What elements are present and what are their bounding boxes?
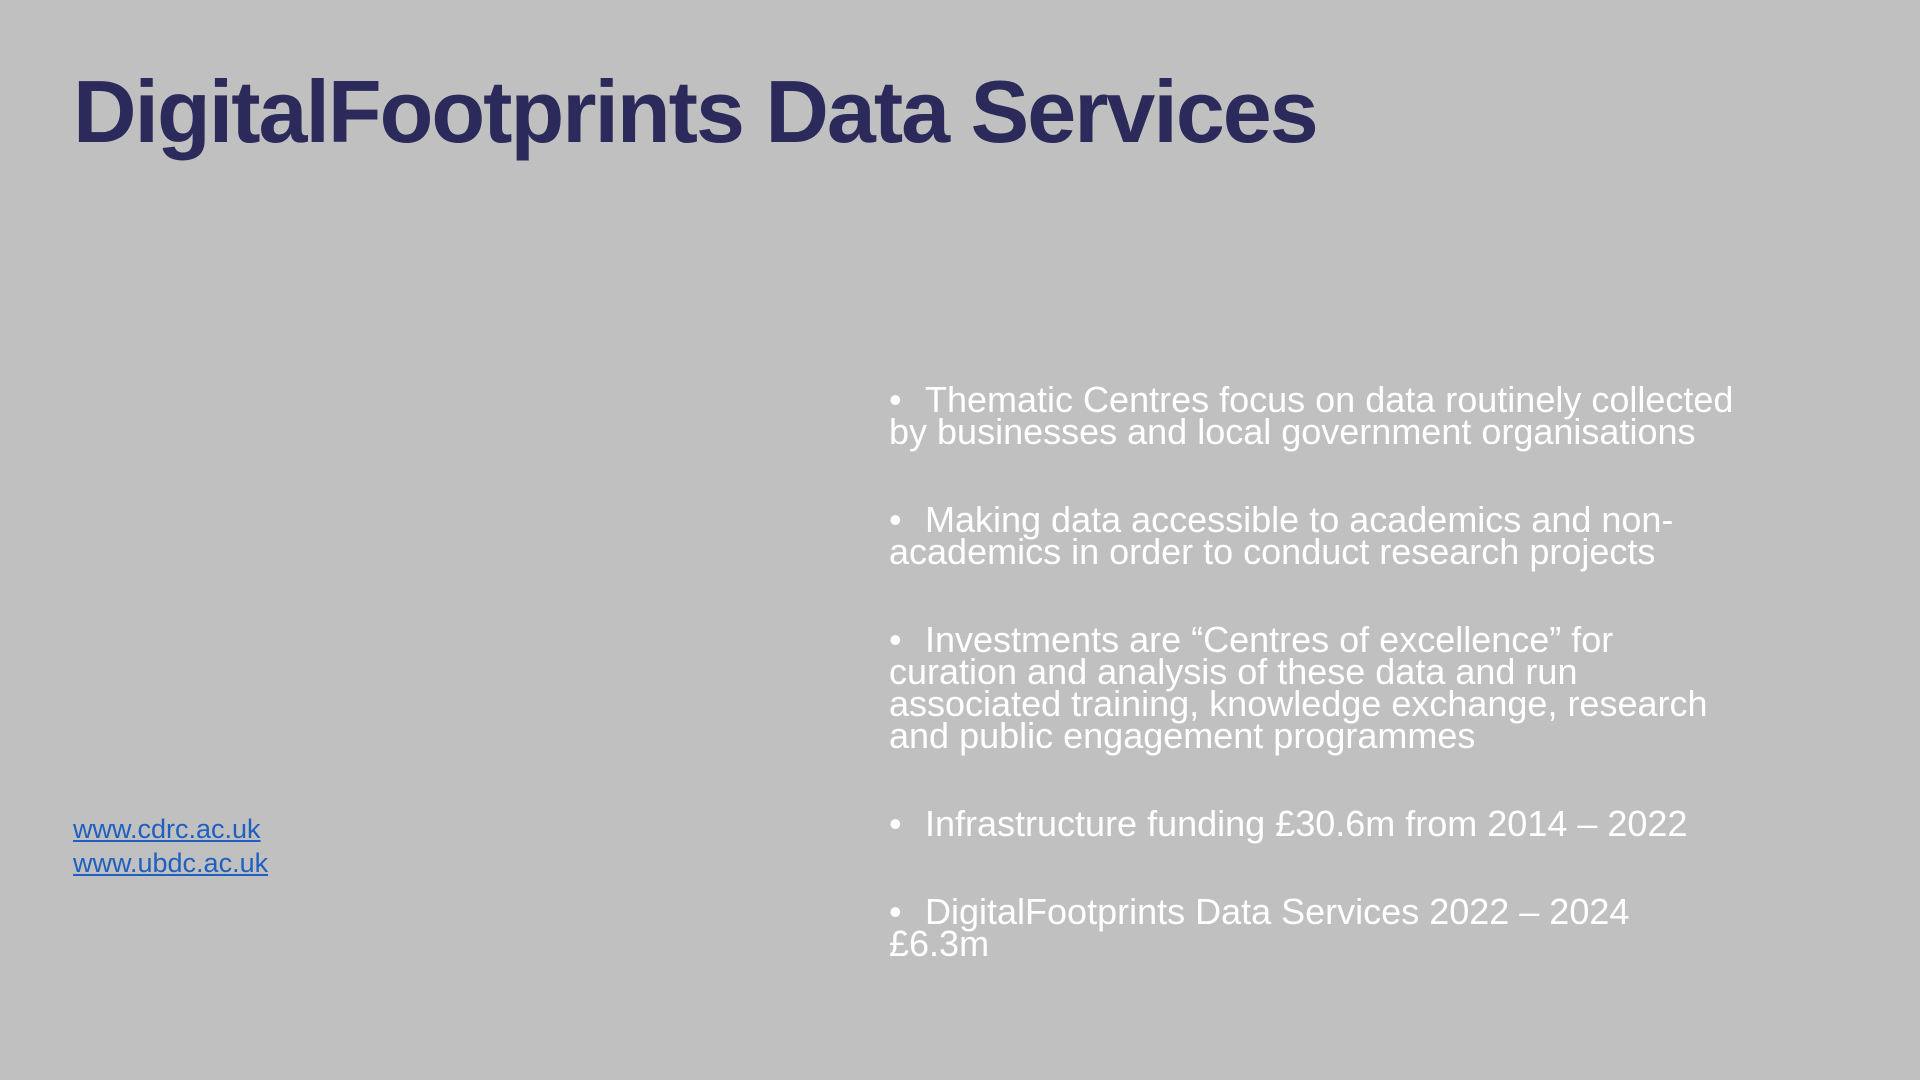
bullet-text-line: DigitalFootprints Data Services 2022 – 2… (925, 891, 1630, 932)
link-cdrc[interactable]: www.cdrc.ac.uk (73, 812, 268, 846)
slide-title: DigitalFootprints Data Services (73, 62, 1319, 161)
link-ubdc[interactable]: www.ubdc.ac.uk (73, 846, 268, 880)
bullet-item: • Making data accessible to academics and… (889, 502, 1789, 570)
bullet-text-line: and public engagement programmes (889, 715, 1476, 756)
bullet-text-line: by businesses and local government organ… (889, 411, 1696, 452)
links-block: www.cdrc.ac.uk www.ubdc.ac.uk (73, 812, 268, 880)
bullet-item: • DigitalFootprints Data Services 2022 – … (889, 894, 1789, 962)
bullet-item: • Thematic Centres focus on data routinel… (889, 382, 1789, 450)
bullet-text-line: £6.3m (889, 923, 990, 964)
bullet-text-line: Infrastructure funding £30.6m from 2014 … (925, 803, 1688, 844)
bullet-item: • Investments are “Centres of excellence”… (889, 622, 1789, 754)
bullet-item: • Infrastructure funding £30.6m from 2014… (889, 803, 1789, 844)
bullet-text-line: academics in order to conduct research p… (889, 531, 1656, 572)
bullet-dot: • (889, 803, 902, 844)
bullet-list: • Thematic Centres focus on data routinel… (889, 382, 1789, 962)
